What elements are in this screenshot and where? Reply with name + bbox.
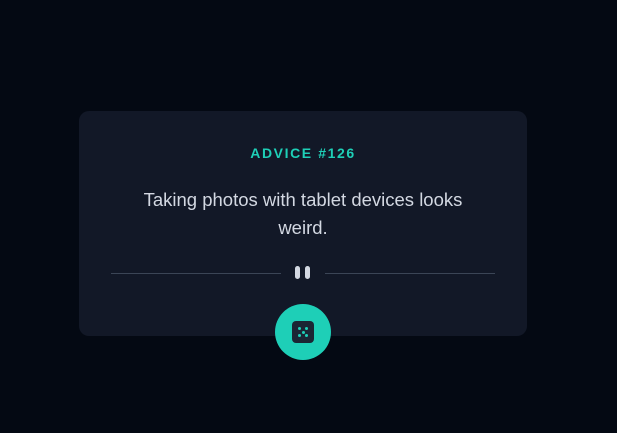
advice-quote: Taking photos with tablet devices looks … <box>143 189 463 238</box>
divider-line-left <box>111 273 281 274</box>
advice-title: ADVICE #126 <box>250 145 356 161</box>
advice-card: ADVICE #126 Taking photos with tablet de… <box>79 111 527 336</box>
divider-line-right <box>325 273 495 274</box>
pause-bar-left <box>295 266 300 279</box>
pause-icon <box>293 266 313 280</box>
dice-pip <box>298 327 301 330</box>
dice-pip <box>298 334 301 337</box>
dice-icon <box>292 321 314 343</box>
dice-pip <box>305 327 308 330</box>
divider <box>111 265 495 281</box>
dice-pip <box>305 334 308 337</box>
pause-bar-right <box>305 266 310 279</box>
dice-pip <box>301 330 305 334</box>
new-advice-button[interactable] <box>275 304 331 360</box>
